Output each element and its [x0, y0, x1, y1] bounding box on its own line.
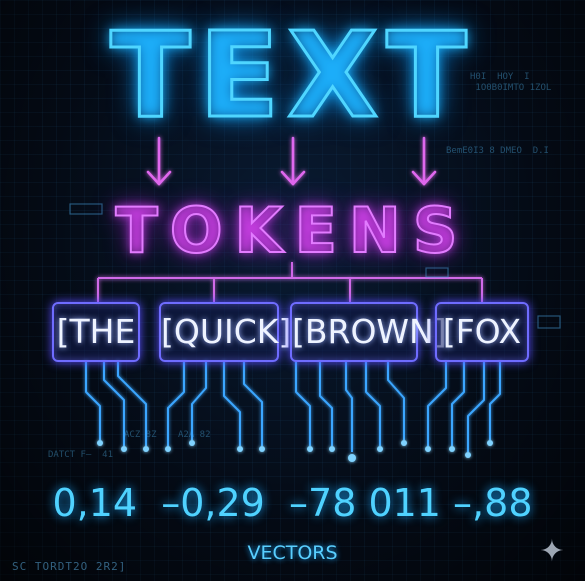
page-title: TEXT — [109, 6, 475, 144]
circuit-lines — [85, 360, 501, 452]
tokens-heading: TOKENS — [115, 194, 470, 267]
token-fox[interactable]: [FOX — [435, 302, 529, 362]
arrow-down-icon — [280, 136, 306, 186]
arrow-down-icon — [411, 136, 437, 186]
footer-code: SC TORDT2O 2R2] — [12, 560, 127, 573]
sparkle-icon: ✦ — [539, 534, 565, 569]
token-the[interactable]: [THE — [52, 302, 140, 362]
circuit-nodes — [97, 440, 493, 462]
token-brown[interactable]: [BROWN] — [290, 302, 447, 362]
arrow-down-icon — [146, 136, 172, 186]
vector-values: 0,14 –0,29 –78 011 –,88 — [52, 481, 533, 525]
token-tree-lines — [97, 262, 483, 302]
token-quick[interactable]: [QUICK] — [159, 302, 291, 362]
